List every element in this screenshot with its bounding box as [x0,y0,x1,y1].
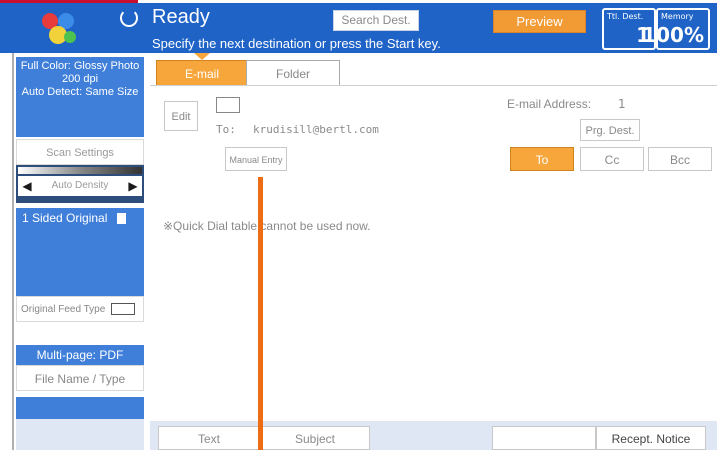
preview-button[interactable]: Preview [493,10,586,33]
scan-settings-button[interactable]: Scan Settings [16,139,144,165]
blank-button[interactable] [492,426,596,450]
color-balls-logo-icon [42,13,76,44]
destination-tabs: E-mail Folder [150,53,717,86]
prg-dest-button[interactable]: Prg. Dest. [580,119,640,141]
header-bar: Ready Specify the next destination or pr… [0,3,717,53]
tab-email[interactable]: E-mail [156,60,248,85]
recept-notice-button[interactable]: Recept. Notice [596,426,706,450]
density-control: ◀ Auto Density ▶ [16,165,144,203]
feed-type-label: Original Feed Type [21,304,106,315]
auto-density-button[interactable]: Auto Density [40,176,120,196]
density-row: ◀ Auto Density ▶ [18,176,142,196]
color-mode-line: Full Color: Glossy Photo [20,60,140,72]
status-message: Specify the next destination or press th… [152,36,441,51]
memory-value: 100% [642,23,704,47]
multipage-pdf-panel: Multi-page: PDF [16,345,144,365]
left-settings-panel: Full Color: Glossy Photo 200 dpi Auto De… [16,53,144,450]
original-feed-type-button[interactable]: Original Feed Type [16,296,144,322]
color-mode-panel[interactable]: Full Color: Glossy Photo 200 dpi Auto De… [16,57,144,137]
manual-entry-button[interactable]: Manual Entry [225,147,287,171]
total-destinations-label: Ttl. Dest. [607,12,644,21]
density-darker-button[interactable]: ▶ [124,176,142,196]
text-button[interactable]: Text [158,426,260,450]
sided-original-label: 1 Sided Original [22,211,108,225]
memory-counter: Memory 100% [642,8,710,50]
bottom-options-bar: Text Subject Recept. Notice [150,421,717,450]
size-detect-line: Auto Detect: Same Size [21,86,139,98]
left-edge-divider [12,53,14,450]
active-tab-indicator-icon [194,53,210,60]
tab-folder[interactable]: Folder [246,60,340,85]
subject-button[interactable]: Subject [260,426,370,450]
density-lighter-button[interactable]: ◀ [18,176,36,196]
document-icon [116,213,126,225]
status-title: Ready [152,6,210,28]
to-button[interactable]: To [510,147,574,171]
left-bottom-area [16,419,144,450]
to-label: To: [216,123,236,136]
sided-original-panel[interactable]: 1 Sided Original [16,208,144,296]
callout-pointer-line [258,177,263,450]
file-name-type-button[interactable]: File Name / Type [16,365,144,391]
email-address-count: 1 [618,97,626,111]
resolution-line: 200 dpi [61,73,99,85]
cc-button[interactable]: Cc [580,147,644,171]
email-address-label: E-mail Address: [507,97,592,111]
scanner-screen: Ready Specify the next destination or pr… [0,0,717,450]
feed-type-icon [111,303,136,316]
destination-main-area: E-mail Folder Edit To: krudisill@bertl.c… [150,53,717,450]
bcc-button[interactable]: Bcc [648,147,712,171]
density-gauge [18,167,142,174]
envelope-icon [216,97,240,113]
edit-button[interactable]: Edit [164,101,198,131]
quick-dial-notice: ※Quick Dial table cannot be used now. [163,219,371,233]
search-dest-button[interactable]: Search Dest. [333,10,419,31]
circular-arrow-icon [120,9,138,27]
memory-label: Memory [661,12,694,21]
blank-panel [16,397,144,419]
destination-email-value: krudisill@bertl.com [253,123,379,136]
